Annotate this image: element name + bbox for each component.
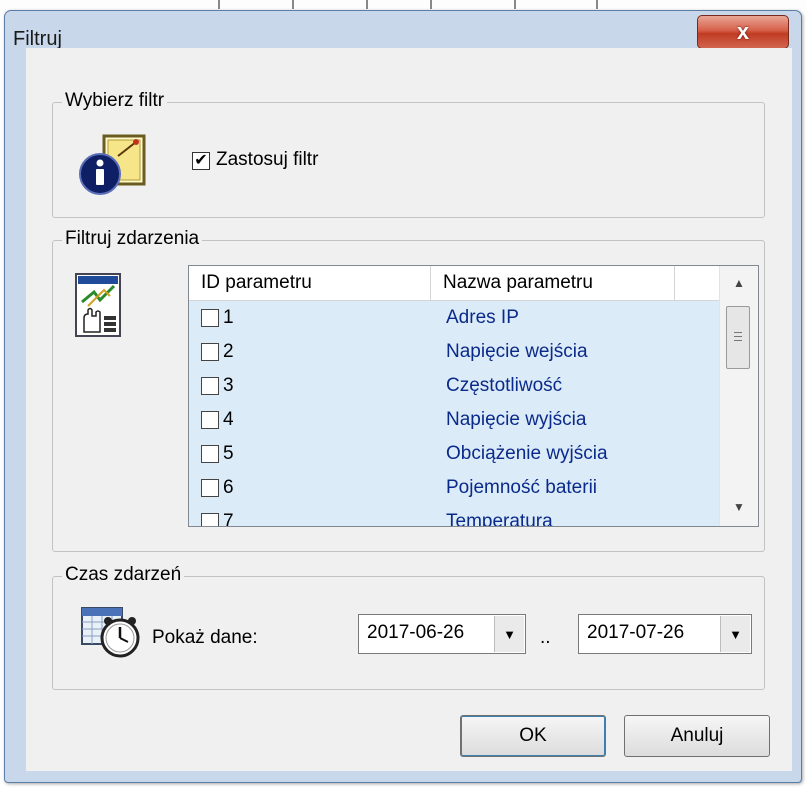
row-name: Pojemność baterii bbox=[446, 477, 598, 498]
date-from-picker[interactable]: 2017-06-26 ▼ bbox=[358, 614, 526, 654]
close-icon: x bbox=[736, 19, 750, 44]
row-checkbox[interactable] bbox=[201, 479, 219, 497]
chevron-down-icon[interactable]: ▼ bbox=[720, 616, 750, 652]
date-from-value: 2017-06-26 bbox=[367, 622, 465, 643]
date-to-value: 2017-07-26 bbox=[587, 622, 685, 643]
column-header-id[interactable]: ID parametru bbox=[189, 266, 431, 300]
background-strip bbox=[0, 0, 806, 10]
row-name: Napięcie wyjścia bbox=[446, 409, 587, 430]
row-name: Częstotliwość bbox=[446, 375, 563, 396]
row-name: Obciążenie wyjścia bbox=[446, 443, 608, 464]
row-checkbox[interactable] bbox=[201, 445, 219, 463]
select-filter-legend: Wybierz filtr bbox=[62, 90, 168, 112]
scroll-up-icon[interactable]: ▲ bbox=[720, 266, 758, 300]
row-name: Adres IP bbox=[446, 307, 519, 328]
row-checkbox[interactable] bbox=[201, 411, 219, 429]
row-id: 5 bbox=[223, 443, 234, 464]
row-id: 2 bbox=[223, 341, 234, 362]
vertical-scrollbar[interactable]: ▲ ▼ bbox=[719, 266, 758, 526]
show-data-label: Pokaż dane: bbox=[152, 627, 258, 648]
apply-filter-checkbox[interactable]: ✔ bbox=[192, 152, 210, 170]
list-item[interactable]: 3 Częstotliwość bbox=[189, 369, 719, 403]
row-id: 4 bbox=[223, 409, 234, 430]
list-header: ID parametru Nazwa parametru bbox=[189, 266, 719, 301]
row-id: 7 bbox=[223, 511, 234, 527]
scroll-down-icon[interactable]: ▼ bbox=[720, 490, 758, 524]
filter-events-legend: Filtruj zdarzenia bbox=[62, 228, 203, 250]
apply-filter-label: Zastosuj filtr bbox=[216, 149, 319, 170]
list-item[interactable]: 4 Napięcie wyjścia bbox=[189, 403, 719, 437]
parameter-list[interactable]: ID parametru Nazwa parametru 1 Adres IP … bbox=[188, 265, 759, 527]
row-name: Temperatura bbox=[446, 511, 553, 527]
row-checkbox[interactable] bbox=[201, 513, 219, 526]
calendar-clock-icon bbox=[80, 602, 142, 665]
list-item[interactable]: 2 Napięcie wejścia bbox=[189, 335, 719, 369]
row-id: 1 bbox=[223, 307, 234, 328]
checkmark-icon: ✔ bbox=[194, 152, 208, 169]
list-item[interactable]: 6 Pojemność baterii bbox=[189, 471, 719, 505]
row-checkbox[interactable] bbox=[201, 309, 219, 327]
list-item[interactable]: 7 Temperatura bbox=[189, 505, 719, 527]
row-checkbox[interactable] bbox=[201, 377, 219, 395]
date-to-picker[interactable]: 2017-07-26 ▼ bbox=[578, 614, 752, 654]
row-name: Napięcie wejścia bbox=[446, 341, 588, 362]
cancel-button[interactable]: Anuluj bbox=[624, 715, 770, 757]
row-id: 3 bbox=[223, 375, 234, 396]
ok-button[interactable]: OK bbox=[460, 715, 606, 757]
event-time-legend: Czas zdarzeń bbox=[62, 564, 185, 586]
select-filter-group: Wybierz filtr bbox=[52, 90, 765, 218]
close-button[interactable]: x bbox=[697, 15, 789, 49]
date-range-separator: .. bbox=[540, 627, 551, 648]
column-header-name[interactable]: Nazwa parametru bbox=[431, 266, 675, 300]
list-rows: 1 Adres IP 2 Napięcie wejścia 3 Częstotl… bbox=[189, 301, 719, 527]
chevron-down-icon[interactable]: ▼ bbox=[494, 616, 524, 652]
event-pointer-icon bbox=[74, 272, 124, 343]
info-icon bbox=[78, 130, 150, 201]
scrollbar-thumb[interactable] bbox=[726, 306, 750, 369]
list-item[interactable]: 5 Obciążenie wyjścia bbox=[189, 437, 719, 471]
row-id: 6 bbox=[223, 477, 234, 498]
row-checkbox[interactable] bbox=[201, 343, 219, 361]
list-item[interactable]: 1 Adres IP bbox=[189, 301, 719, 335]
